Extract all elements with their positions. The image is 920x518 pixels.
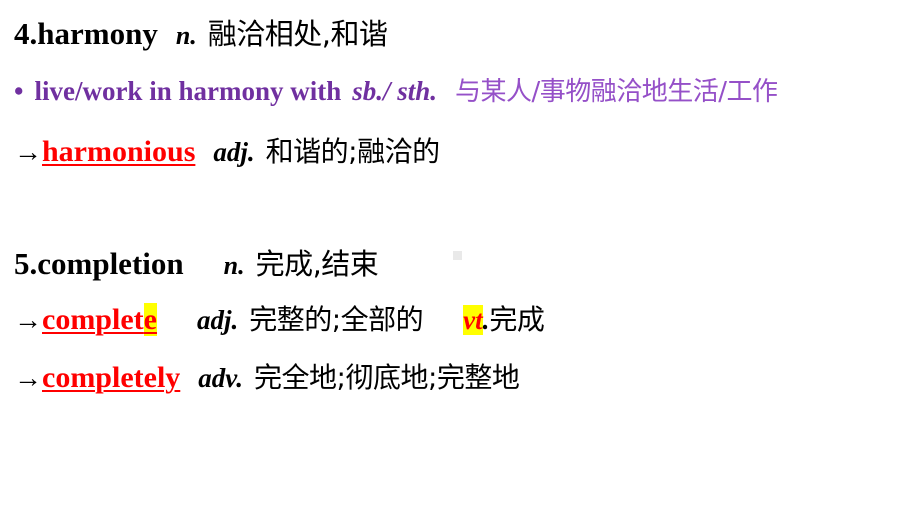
arrow-right-icon: → — [14, 363, 42, 394]
entry-completion-headword-line: 5.completion n. 完成,结束 — [14, 246, 379, 281]
phrase-english-italic: sb./ sth. — [352, 76, 438, 106]
pos-complete-vt: vt — [463, 305, 483, 335]
derivative-word-completely: completely — [42, 361, 181, 394]
entry-harmony-phrase-line: • live/work in harmony with sb./ sth. 与某人/事… — [14, 76, 778, 107]
definition-completion-cn: 完成,结束 — [255, 247, 379, 281]
headword-completion: completion — [37, 246, 184, 281]
arrow-right-icon: → — [14, 137, 42, 168]
derivative-complete-line: →complete adj. 完整的;全部的 vt.完成 — [14, 303, 545, 336]
pos-completion: n. — [223, 251, 245, 280]
phrase-english-main: live/work in harmony with — [34, 76, 342, 106]
pos-completely: adv. — [198, 363, 244, 393]
entry-index-5: 5. — [14, 246, 38, 281]
stray-artifact-mark — [453, 251, 462, 260]
derivative-word-harmonious: harmonious — [42, 135, 196, 168]
arrow-right-icon: → — [14, 305, 42, 336]
meaning-harmonious-cn: 和谐的;融洽的 — [265, 135, 440, 168]
meaning-completely-cn: 完全地;彻底地;完整地 — [254, 361, 520, 394]
pos-harmonious: adj. — [213, 137, 255, 167]
phrase-meaning-cn: 与某人/事物融洽地生活/工作 — [455, 77, 778, 107]
derivative-completely-line: →completely adv. 完全地;彻底地;完整地 — [14, 361, 520, 394]
headword-harmony: harmony — [37, 16, 158, 51]
derivative-word-complete: complet — [42, 303, 144, 336]
bullet-icon: • — [14, 76, 24, 106]
definition-harmony-cn: 融洽相处,和谐 — [207, 17, 388, 51]
derivative-harmonious-line: →harmonious adj. 和谐的;融洽的 — [14, 137, 440, 167]
entry-harmony-headword-line: 4.harmony n. 融洽相处,和谐 — [14, 18, 388, 49]
pos-complete-adj: adj. — [196, 305, 239, 335]
meaning-complete-adj-cn: 完整的;全部的 — [249, 303, 424, 336]
derivative-word-complete-highlighted-tail: e — [143, 303, 157, 336]
entry-index-4: 4. — [14, 16, 38, 51]
slide-canvas: 4.harmony n. 融洽相处,和谐 • live/work in harmony… — [0, 0, 920, 518]
meaning-complete-vt-cn: 完成 — [489, 303, 545, 336]
pos-harmony: n. — [175, 21, 197, 50]
